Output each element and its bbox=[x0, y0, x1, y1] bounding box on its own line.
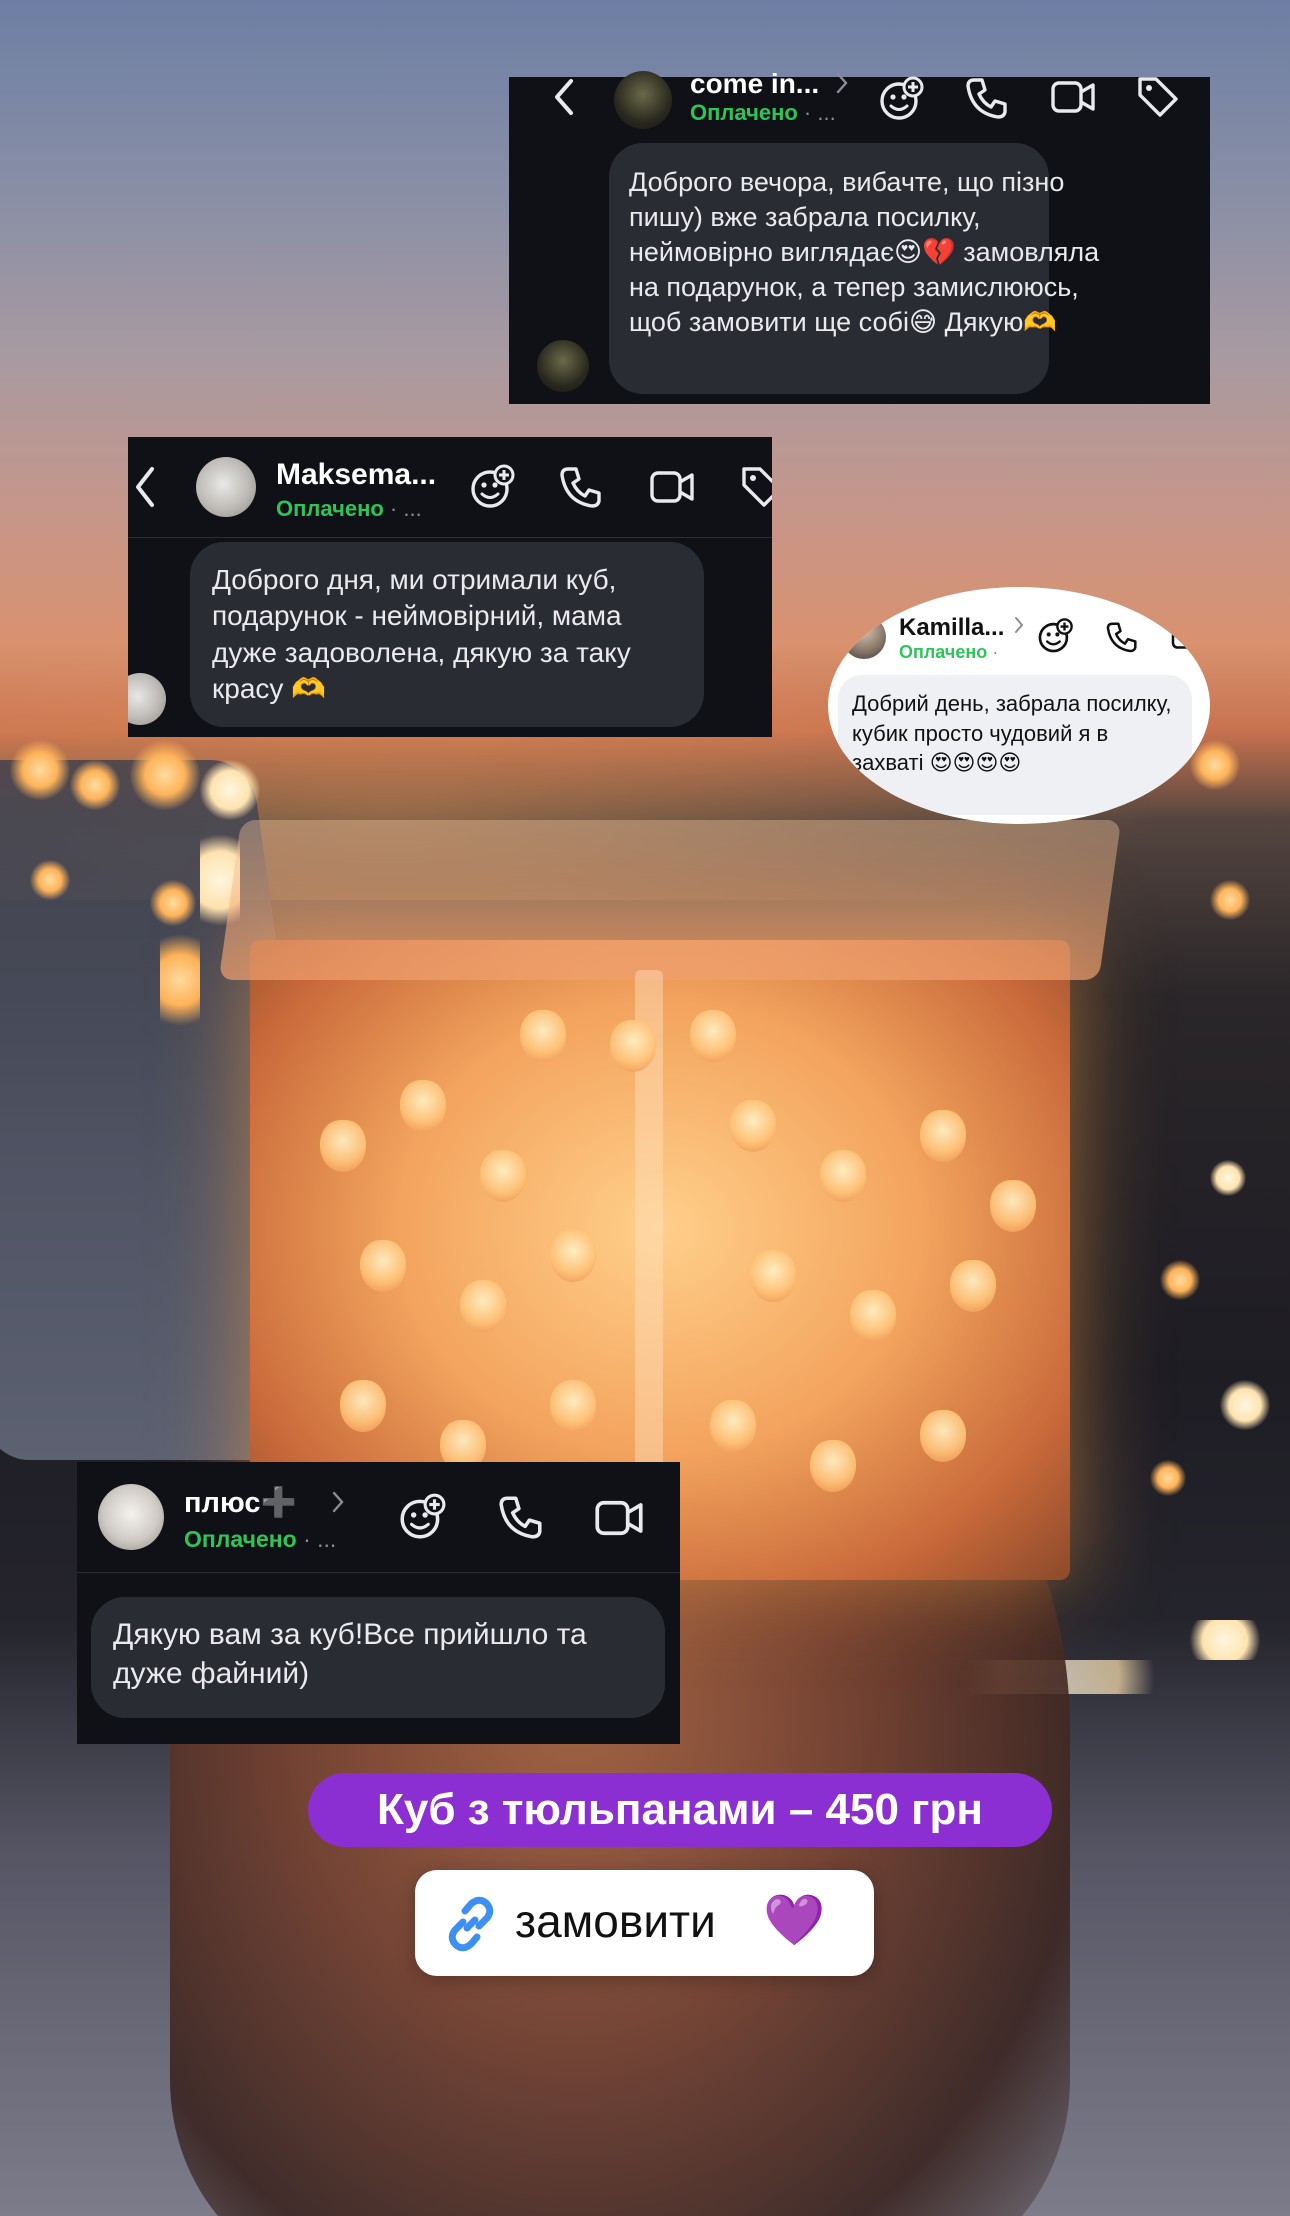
phone-icon[interactable] bbox=[497, 1493, 545, 1541]
back-icon[interactable] bbox=[551, 77, 577, 117]
message-bubble: Добрий день, забрала посилку, кубик прос… bbox=[838, 675, 1192, 815]
payment-status: Оплачено · ... bbox=[184, 1526, 337, 1552]
video-icon[interactable] bbox=[1050, 77, 1096, 117]
phone-icon[interactable] bbox=[558, 464, 604, 510]
chat-card-4: плюс➕ Оплачено · ... Дякую вам за куб!Вс… bbox=[77, 1462, 680, 1744]
add-emoji-icon[interactable] bbox=[468, 463, 516, 511]
tag-icon[interactable] bbox=[1136, 75, 1180, 119]
order-link-button[interactable]: замовити 💜 bbox=[415, 1870, 874, 1976]
chat-header: come in... Оплачено · ... bbox=[509, 68, 1210, 143]
sender-avatar bbox=[128, 673, 166, 725]
sender-avatar bbox=[537, 340, 589, 392]
message-text: Дякую вам за куб!Все прийшло та дуже фай… bbox=[113, 1618, 587, 1690]
link-icon bbox=[448, 1896, 494, 1952]
chat-card-2: Maksema... Оплачено · ... Доброго дня, м… bbox=[128, 437, 772, 737]
payment-status: Оплачено · ... bbox=[690, 100, 836, 125]
payment-status: Оплачено · ... bbox=[276, 496, 422, 521]
chat-card-3: Kamilla... Оплачено · Добрий день, забра… bbox=[828, 587, 1210, 824]
chat-header: Maksema... Оплачено · ... bbox=[128, 437, 772, 537]
video-icon[interactable] bbox=[594, 1496, 644, 1540]
phone-icon[interactable] bbox=[964, 75, 1010, 121]
add-emoji-icon[interactable] bbox=[1036, 617, 1074, 655]
purple-heart: 💜 bbox=[763, 1892, 826, 1948]
contact-name[interactable]: плюс➕ bbox=[184, 1486, 297, 1520]
chevron-right-icon bbox=[1015, 617, 1024, 633]
chat-header: Kamilla... Оплачено · bbox=[828, 587, 1210, 667]
chevron-right-icon bbox=[332, 1491, 344, 1513]
avatar[interactable] bbox=[196, 457, 256, 517]
chat-header: плюс➕ Оплачено · ... bbox=[77, 1462, 680, 1572]
back-icon[interactable] bbox=[132, 465, 158, 509]
message-bubble: Дякую вам за куб!Все прийшло та дуже фай… bbox=[91, 1597, 665, 1718]
price-banner: Куб з тюльпанами – 450 грн bbox=[308, 1773, 1052, 1847]
contact-name[interactable]: come in... bbox=[690, 68, 819, 100]
video-icon[interactable] bbox=[1170, 622, 1206, 652]
avatar[interactable] bbox=[614, 71, 672, 129]
order-label: замовити bbox=[515, 1895, 716, 1947]
chat-card-1: come in... Оплачено · ... Доброго вечора… bbox=[509, 68, 1210, 404]
add-emoji-icon[interactable] bbox=[397, 1492, 447, 1542]
message-bubble: Доброго вечора, вибачте, що пізно пишу) … bbox=[609, 143, 1099, 394]
avatar[interactable] bbox=[842, 615, 886, 659]
contact-name[interactable]: Kamilla... bbox=[899, 614, 1004, 642]
phone-icon[interactable] bbox=[1105, 620, 1139, 654]
payment-status: Оплачено · bbox=[899, 642, 999, 662]
message-text: Доброго вечора, вибачте, що пізно пишу) … bbox=[629, 167, 1100, 338]
message-text: Добрий день, забрала посилку, кубик прос… bbox=[852, 691, 1172, 776]
add-emoji-icon[interactable] bbox=[877, 75, 925, 123]
avatar[interactable] bbox=[98, 1484, 164, 1550]
video-icon[interactable] bbox=[649, 467, 695, 507]
contact-name[interactable]: Maksema... bbox=[276, 458, 436, 492]
tag-icon[interactable] bbox=[740, 465, 772, 509]
message-text: Доброго дня, ми отримали куб, подарунок … bbox=[212, 564, 631, 705]
chevron-right-icon bbox=[836, 72, 848, 94]
message-bubble: Доброго дня, ми отримали куб, подарунок … bbox=[190, 542, 704, 727]
